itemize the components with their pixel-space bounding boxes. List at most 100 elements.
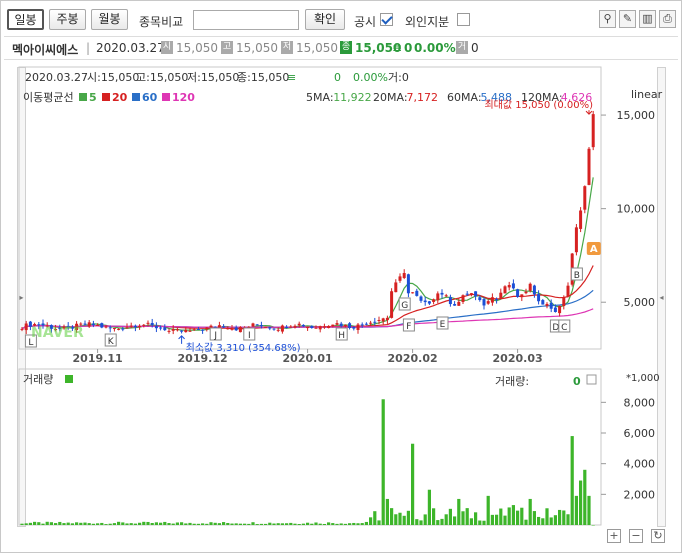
volume-bar [70,523,74,525]
reset-button[interactable]: ↻ [651,529,665,543]
candle [335,323,339,325]
volume-bar [201,523,205,525]
volume-bar [318,523,322,525]
volume-bar [348,523,352,525]
candle [549,302,553,309]
volume-bar [129,523,133,525]
header-change: 0 [334,71,341,84]
header-high: 고:15,050 [136,71,188,84]
candle [196,328,200,330]
volume-bar [251,522,255,525]
volume-bar [511,505,515,525]
candle [423,300,427,303]
volume-bar [587,495,591,525]
volume-bar [520,507,524,525]
volume-bar [310,523,314,525]
candle [432,299,436,302]
volume-bar [167,523,171,525]
volume-bar [163,521,167,525]
volume-bar [213,522,217,525]
header-change-pct: 0.00% [353,71,388,84]
candle [159,327,163,329]
volume-bar [285,523,289,525]
volume-header-value: 0 [573,375,581,388]
volume-bar [293,523,297,525]
candle [327,325,331,329]
candle [264,326,268,328]
candle [171,328,175,331]
volume-bar [121,522,125,525]
candle [394,282,398,293]
ma-legend-label-60: 60 [142,91,158,104]
candle [411,292,415,294]
candle [415,290,419,296]
x-tick-label: 2020.01 [283,352,333,365]
volume-bar [406,510,410,525]
x-tick-label: 2020.02 [388,352,438,365]
volume-bar [369,517,373,525]
candle [117,328,121,330]
volume-bar [364,521,368,525]
volume-bar [495,514,499,525]
volume-bar [335,523,339,525]
volume-bar [562,510,566,525]
candle [482,299,486,306]
candle [474,291,478,297]
volume-bar [474,512,478,525]
volume-bar [62,523,66,525]
volume-bar [537,516,541,525]
candle [133,325,137,328]
volume-bar [247,523,251,525]
volume-bar [356,523,360,525]
volume-bar [41,523,45,525]
candle [364,323,368,325]
ma-value: 7,172 [407,91,439,104]
min-note: 최소값 3,310 (354.68%) [186,342,301,354]
volume-bar [79,522,83,525]
candle [150,322,154,326]
candle [587,148,591,185]
volume-bar [297,524,301,525]
candle [545,303,549,306]
volume-tick-label: 6,000 [624,427,656,440]
candle [293,325,297,328]
candle [352,326,356,329]
candle [285,326,289,328]
zoom-out-button[interactable]: − [629,529,643,543]
ma-legend-swatch [162,93,170,101]
candle [301,324,305,327]
volume-bar [448,508,452,525]
volume-bar [276,523,280,525]
volume-bar [66,522,70,525]
ma-legend-label-120: 120 [172,91,195,104]
volume-bar [583,469,587,525]
candle [255,324,259,326]
candle [226,328,230,330]
volume-bar [217,523,221,525]
candle [297,323,301,326]
candle [495,299,499,301]
candle [121,328,125,330]
candle [478,297,482,301]
header-sym: ≡ [287,71,296,84]
candle [100,323,104,328]
volume-bar [465,508,469,525]
candle [444,295,448,297]
volume-bar [457,498,461,525]
zoom-in-button[interactable]: + [607,529,621,543]
candle [276,329,280,331]
header-close: 종:15,050 [237,71,289,84]
candle [440,292,444,295]
volume-bar [432,508,436,525]
candle [574,227,578,253]
volume-bar [482,520,486,525]
volume-bar [331,523,335,525]
candle [369,322,373,324]
ma-legend-label-5: 5 [89,91,97,104]
candle [272,328,276,330]
candle [469,293,473,295]
candle [511,283,515,289]
candle [541,300,545,305]
event-marker-label: C [561,323,567,333]
volume-bar [390,508,394,525]
